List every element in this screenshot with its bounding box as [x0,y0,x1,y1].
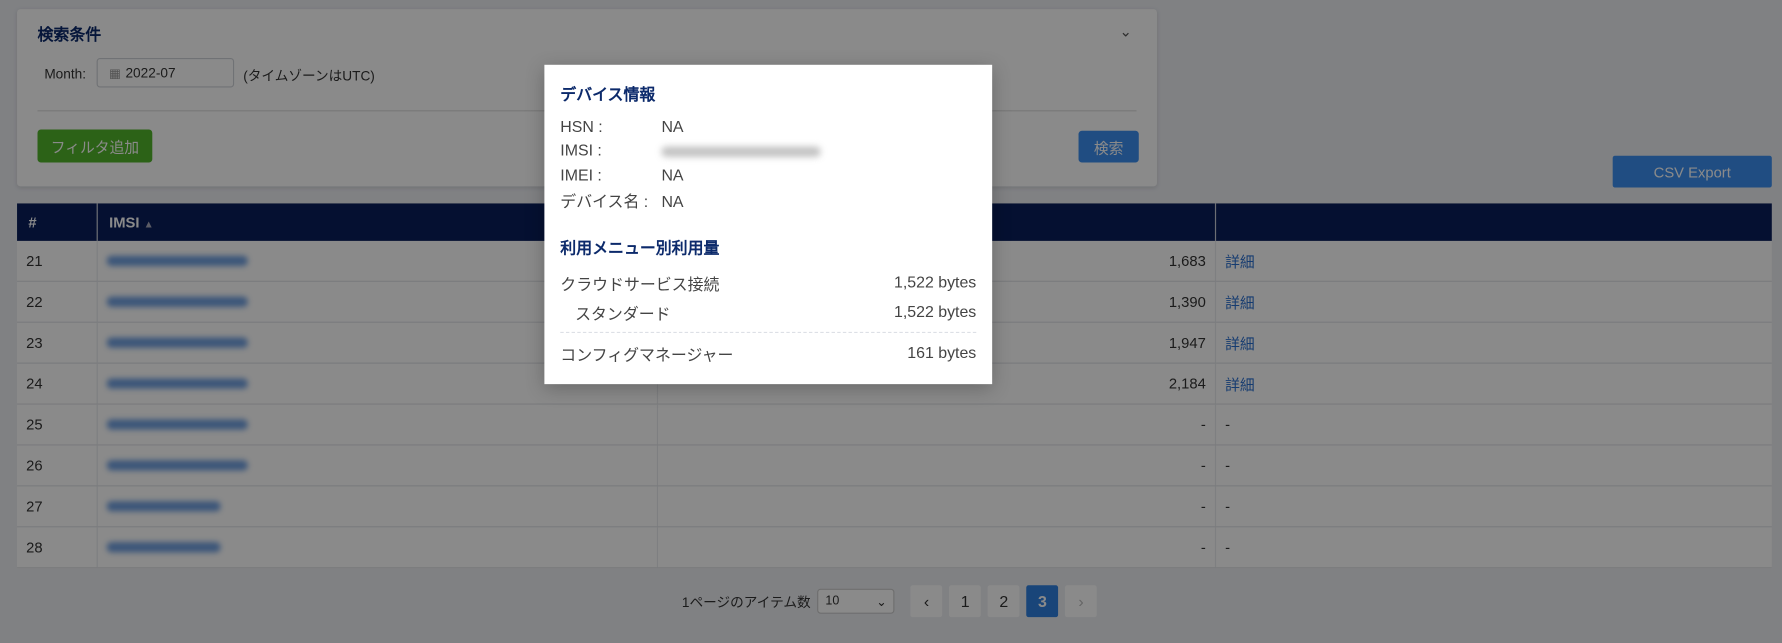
device-info-title: デバイス情報 [560,85,656,104]
usage-label: コンフィグマネージャー [560,345,734,364]
field-label: デバイス名 : [560,192,649,211]
device-info-modal: デバイス情報 HSN : NA IMSI : IMEI : NA デバイス名 : NA… [544,64,993,385]
device-name-row: デバイス名 : NA [560,190,683,213]
field-value: NA [661,165,684,185]
field-value: NA [661,117,684,136]
usage-title: 利用メニュー別利用量 [560,238,720,257]
usage-value: 161 bytes [907,343,977,362]
imsi-row: IMSI : [560,140,821,160]
field-label: IMSI : [560,140,602,160]
usage-value: 1,522 bytes [893,272,977,291]
usage-row: コンフィグマネージャー 161 bytes [560,343,976,366]
usage-label: クラウドサービス接続 [560,275,720,294]
usage-row: スタンダード 1,522 bytes [575,302,976,325]
field-label: IMEI : [560,165,602,185]
redacted-imsi [661,146,821,157]
usage-row: クラウドサービス接続 1,522 bytes [560,273,976,296]
field-value: NA [661,192,684,211]
page: 検索条件 ⌄ Month: ▦ 2022-07 (タイムゾーンはUTC) フィルタ… [0,0,1782,643]
imei-row: IMEI : NA [560,166,683,184]
field-label: HSN : [560,117,603,136]
divider [560,331,977,333]
usage-label: スタンダード [575,304,671,323]
usage-value: 1,522 bytes [893,302,977,321]
hsn-row: HSN : NA [560,117,683,135]
